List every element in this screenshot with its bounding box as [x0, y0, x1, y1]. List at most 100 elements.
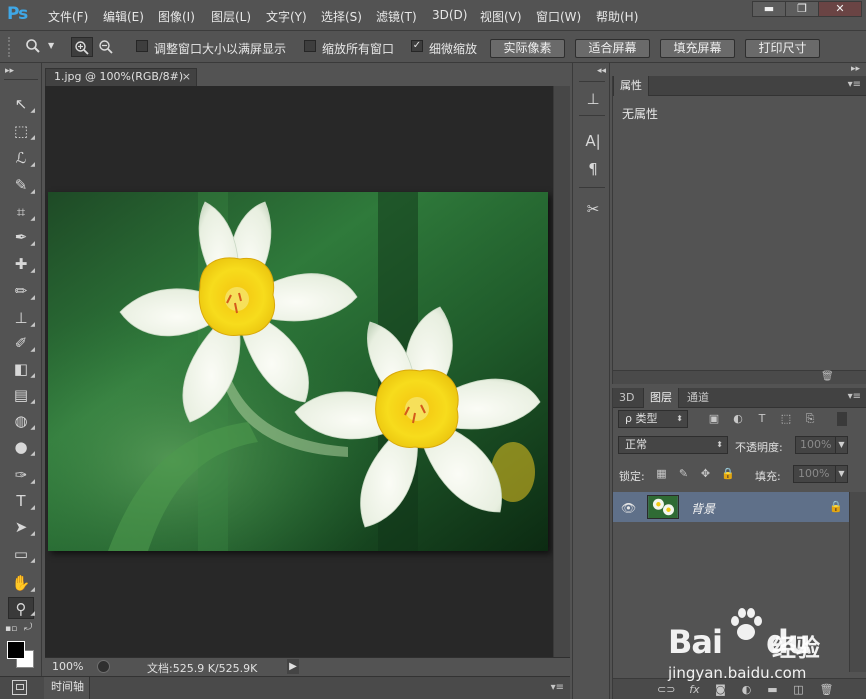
timeline-tab[interactable]: 时间轴 [44, 677, 90, 699]
scrubby-zoom-checkbox[interactable]: ✓ [411, 40, 423, 52]
pen-tool[interactable]: ✑ ◢ [9, 464, 35, 486]
panel-menu-icon[interactable]: ▾≡ [848, 391, 861, 402]
character-panel-icon[interactable]: A| [582, 131, 604, 151]
clone-source-icon[interactable]: ⊥ [582, 89, 604, 109]
crop-tool[interactable]: ⌗ ◢ [9, 201, 35, 223]
quick-select-tool[interactable]: ✎ ◢ [9, 174, 35, 196]
fit-screen-button[interactable]: 适合屏幕 [575, 39, 650, 58]
filter-toggle[interactable] [837, 412, 847, 426]
flyout-indicator-icon: ◢ [30, 450, 35, 457]
zoom-out-icon[interactable] [98, 39, 114, 59]
healing-brush-tool[interactable]: ✚ ◢ [9, 253, 35, 275]
tab-channels[interactable]: 通道 [681, 388, 715, 408]
paragraph-panel-icon[interactable]: ¶ [582, 159, 604, 179]
lock-transparent-icon[interactable]: ▦ [655, 467, 668, 480]
menu-image[interactable]: 图像(I) [158, 8, 195, 25]
tab-3d[interactable]: 3D [613, 388, 640, 408]
flyout-indicator-icon: ◢ [30, 557, 35, 564]
status-info-icon[interactable] [97, 660, 110, 673]
layer-row-background[interactable]: 👁 背景 🔒 [613, 492, 849, 522]
lock-image-icon[interactable]: ✎ [677, 467, 690, 480]
layer-filter-dropdown[interactable]: ρ 类型 ⬍ [618, 410, 688, 428]
close-button[interactable]: ✕ [818, 1, 862, 17]
eraser-tool[interactable]: ◧ ◢ [9, 358, 35, 380]
lasso-tool[interactable]: ℒ ◢ [9, 147, 35, 169]
collapse-arrows-icon[interactable]: ▸▸ [5, 66, 14, 76]
document-tab[interactable]: 1.jpg @ 100%(RGB/8#) × [45, 68, 197, 86]
marquee-tool[interactable]: ⬚ ◢ [9, 120, 35, 142]
maximize-button[interactable]: ❐ [785, 1, 819, 17]
image-filter-icon[interactable]: ▣ [707, 412, 721, 426]
document-image-narcissus[interactable] [48, 192, 548, 551]
flyout-indicator-icon: ◢ [30, 398, 35, 405]
eraser-icon: ◧ [13, 360, 29, 378]
menu-layer[interactable]: 图层(L) [211, 8, 251, 25]
adjustment-filter-icon[interactable]: ◐ [731, 412, 745, 426]
lock-position-icon[interactable]: ✥ [699, 467, 712, 480]
chevron-down-icon[interactable]: ▼ [48, 41, 54, 50]
close-icon[interactable]: × [182, 69, 191, 85]
screen-mode-icon[interactable] [12, 680, 27, 695]
panel-menu-icon[interactable]: ▾≡ [848, 79, 861, 90]
menu-type[interactable]: 文字(Y) [266, 8, 307, 25]
menu-window[interactable]: 窗口(W) [536, 8, 581, 25]
collapse-arrows-icon[interactable]: ◂◂ [597, 66, 606, 76]
flyout-indicator-icon: ◢ [30, 424, 35, 431]
move-icon: ↖ [14, 95, 28, 113]
print-size-button[interactable]: 打印尺寸 [745, 39, 820, 58]
menu-3d[interactable]: 3D(D) [432, 8, 467, 22]
layer-name[interactable]: 背景 [691, 500, 715, 517]
history-brush-tool[interactable]: ✐ ◢ [9, 332, 35, 354]
eye-icon[interactable]: 👁 [621, 501, 636, 515]
default-colors-icon[interactable]: ▪▫ [5, 624, 17, 634]
collapse-arrows-icon[interactable]: ▸▸ [851, 64, 860, 74]
type-tool[interactable]: T ◢ [9, 490, 35, 512]
tab-properties[interactable]: 属性 [613, 76, 649, 96]
menu-edit[interactable]: 编辑(E) [103, 8, 144, 25]
trash-icon[interactable]: 🗑 [821, 371, 834, 382]
panel-menu-icon[interactable]: ▾≡ [551, 682, 564, 693]
blur-icon: ◍ [14, 412, 28, 430]
tab-layers[interactable]: 图层 [643, 388, 679, 408]
vertical-scrollbar[interactable] [553, 86, 570, 657]
watermark-bai: Bai [668, 623, 723, 661]
eyedropper-tool[interactable]: ✒ ◢ [9, 226, 35, 248]
blur-tool[interactable]: ◍ ◢ [9, 410, 35, 432]
zoom-in-icon[interactable] [71, 37, 93, 57]
status-menu-arrow-icon[interactable]: ▶ [287, 659, 299, 674]
move-tool[interactable]: ↖ ◢ [9, 93, 35, 115]
brush-tool[interactable]: ✏ ◢ [9, 280, 35, 302]
type-filter-icon[interactable]: T [755, 412, 769, 426]
zoom-tool[interactable]: ⚲ ◢ [8, 597, 35, 619]
opacity-slider-toggle[interactable]: ▼ [835, 436, 848, 454]
path-select-tool[interactable]: ➤ ◢ [9, 516, 35, 538]
fill-screen-button[interactable]: 填充屏幕 [660, 39, 735, 58]
fill-slider-toggle[interactable]: ▼ [835, 465, 848, 483]
lock-all-icon[interactable]: 🔒 [721, 467, 735, 480]
menu-select[interactable]: 选择(S) [321, 8, 362, 25]
blend-mode-dropdown[interactable]: 正常 ⬍ [618, 436, 728, 454]
menu-filter[interactable]: 滤镜(T) [376, 8, 417, 25]
actual-pixels-button[interactable]: 实际像素 [490, 39, 565, 58]
zoom-all-windows-checkbox[interactable] [304, 40, 316, 52]
dodge-tool[interactable]: ● ◢ [9, 436, 35, 458]
resize-windows-checkbox[interactable] [136, 40, 148, 52]
gradient-tool[interactable]: ▤ ◢ [9, 384, 35, 406]
status-bar: 100% 文档:525.9 K/525.9K ▶ [45, 657, 570, 675]
smart-object-filter-icon[interactable]: ⎘ [803, 412, 817, 426]
swap-colors-icon[interactable]: ⤾ [24, 622, 32, 633]
minimize-button[interactable]: ▬ [752, 1, 786, 17]
menu-help[interactable]: 帮助(H) [596, 8, 638, 25]
zoom-level[interactable]: 100% [52, 660, 83, 673]
menu-file[interactable]: 文件(F) [48, 8, 88, 25]
tool-presets-icon[interactable]: ✂ [582, 199, 604, 219]
foreground-color-swatch[interactable] [7, 641, 25, 659]
shape-filter-icon[interactable]: ⬚ [779, 412, 793, 426]
menu-view[interactable]: 视图(V) [480, 8, 522, 25]
shape-tool[interactable]: ▭ ◢ [9, 543, 35, 565]
clone-stamp-tool[interactable]: ⊥ ◢ [9, 307, 35, 329]
flyout-indicator-icon: ◢ [30, 161, 35, 168]
hand-tool[interactable]: ✋ ◢ [9, 572, 35, 594]
divider [4, 79, 38, 80]
zoom-preset-icon[interactable] [25, 38, 41, 58]
